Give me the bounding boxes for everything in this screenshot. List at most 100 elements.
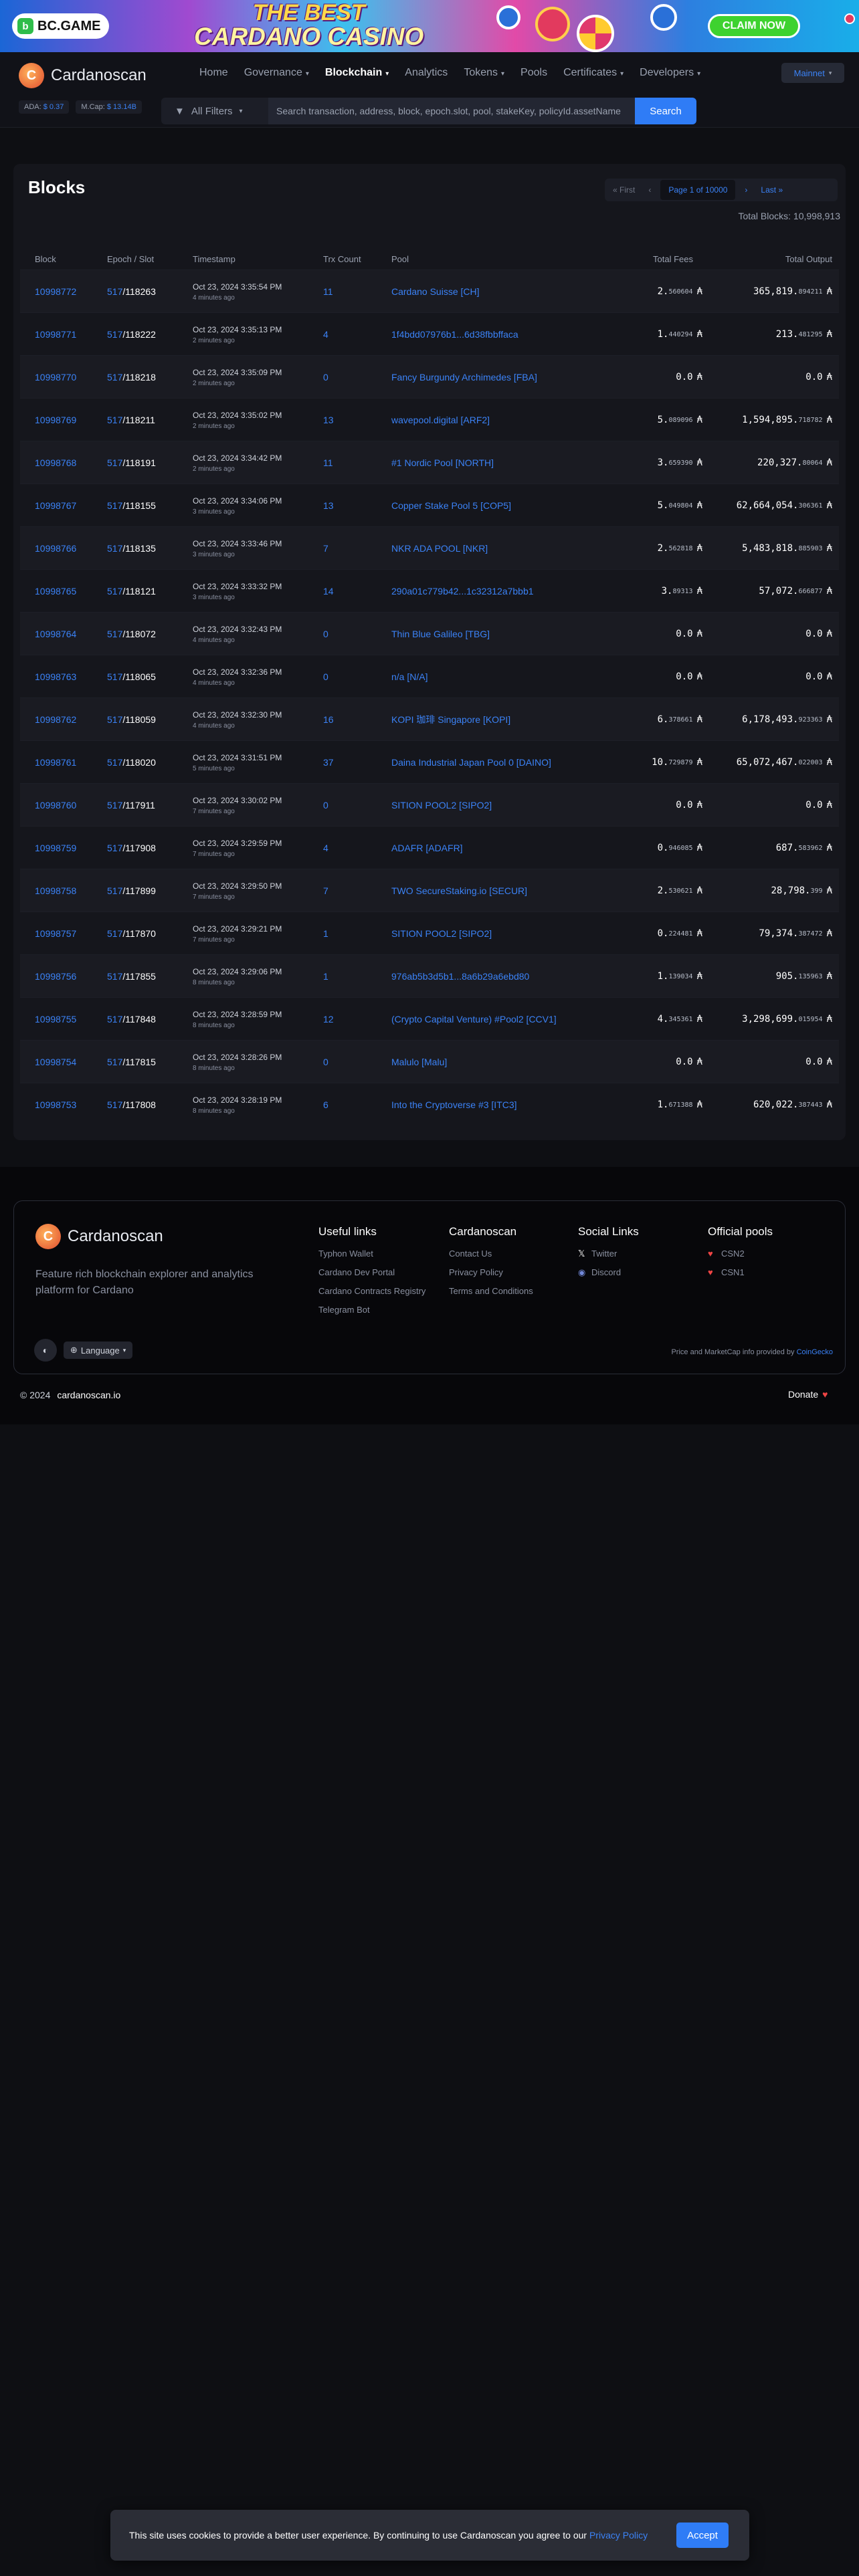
epoch-link[interactable]: 517 xyxy=(107,372,122,383)
trx-count-link[interactable]: 1 xyxy=(323,971,328,982)
discord-link[interactable]: ◉ Discord xyxy=(578,1267,639,1279)
brand-home-link[interactable]: C Cardanoscan xyxy=(19,63,147,88)
epoch-link[interactable]: 517 xyxy=(107,1014,122,1025)
pool-link[interactable]: Cardano Suisse [CH] xyxy=(391,286,480,297)
pool-link[interactable]: 976ab5b3d5b1...8a6b29a6ebd80 xyxy=(391,971,529,982)
trx-count-link[interactable]: 16 xyxy=(323,714,334,725)
block-number-link[interactable]: 10998757 xyxy=(35,928,76,939)
pool-link[interactable]: Malulo [Malu] xyxy=(391,1057,447,1067)
epoch-link[interactable]: 517 xyxy=(107,971,122,982)
trx-count-link[interactable]: 6 xyxy=(323,1099,328,1110)
nav-developers[interactable]: Developers ▾ xyxy=(640,67,700,79)
pool-link-csn1[interactable]: ♥ CSN1 xyxy=(708,1267,773,1279)
block-number-link[interactable]: 10998761 xyxy=(35,757,76,768)
accept-cookies-button[interactable]: Accept xyxy=(676,2523,729,2548)
pool-link[interactable]: KOPI 珈琲 Singapore [KOPI] xyxy=(391,713,510,726)
pool-link[interactable]: Daina Industrial Japan Pool 0 [DAINO] xyxy=(391,757,551,768)
privacy-policy-link[interactable]: Privacy Policy xyxy=(589,2530,648,2541)
block-number-link[interactable]: 10998764 xyxy=(35,629,76,639)
epoch-link[interactable]: 517 xyxy=(107,457,122,468)
pool-link[interactable]: (Crypto Capital Venture) #Pool2 [CCV1] xyxy=(391,1014,557,1025)
pool-link[interactable]: wavepool.digital [ARF2] xyxy=(391,415,490,425)
epoch-link[interactable]: 517 xyxy=(107,586,122,597)
search-filter-dropdown[interactable]: ▼ All Filters ▾ xyxy=(161,98,268,124)
prev-page-button[interactable]: ‹ xyxy=(644,185,655,195)
trx-count-link[interactable]: 14 xyxy=(323,586,334,597)
copyright-domain[interactable]: cardanoscan.io xyxy=(57,1390,120,1400)
pool-link[interactable]: SITION POOL2 [SIPO2] xyxy=(391,800,492,811)
trx-count-link[interactable]: 7 xyxy=(323,885,328,896)
block-number-link[interactable]: 10998762 xyxy=(35,714,76,725)
block-number-link[interactable]: 10998760 xyxy=(35,800,76,811)
trx-count-link[interactable]: 12 xyxy=(323,1014,334,1025)
block-number-link[interactable]: 10998771 xyxy=(35,329,76,340)
pool-link[interactable]: SITION POOL2 [SIPO2] xyxy=(391,928,492,939)
pool-link[interactable]: 290a01c779b42...1c32312a7bbb1 xyxy=(391,586,534,597)
epoch-link[interactable]: 517 xyxy=(107,671,122,682)
pool-link[interactable]: Thin Blue Galileo [TBG] xyxy=(391,629,490,639)
trx-count-link[interactable]: 11 xyxy=(323,286,333,297)
epoch-link[interactable]: 517 xyxy=(107,928,122,939)
trx-count-link[interactable]: 37 xyxy=(323,757,334,768)
footer-link[interactable]: Telegram Bot xyxy=(318,1304,432,1316)
block-number-link[interactable]: 10998768 xyxy=(35,457,76,468)
trx-count-link[interactable]: 0 xyxy=(323,1057,328,1067)
nav-blockchain[interactable]: Blockchain ▾ xyxy=(325,67,389,79)
epoch-link[interactable]: 517 xyxy=(107,286,122,297)
nav-governance[interactable]: Governance ▾ xyxy=(244,67,309,79)
theme-toggle-button[interactable]: ◐ xyxy=(34,1339,57,1362)
twitter-link[interactable]: 𝕏 Twitter xyxy=(578,1248,639,1260)
block-number-link[interactable]: 10998754 xyxy=(35,1057,76,1067)
pool-link[interactable]: 1f4bdd07976b1...6d38fbbffaca xyxy=(391,329,518,340)
nav-analytics[interactable]: Analytics xyxy=(405,67,448,79)
last-page-button[interactable]: Last » xyxy=(757,185,787,195)
search-input[interactable] xyxy=(268,98,635,124)
trx-count-link[interactable]: 1 xyxy=(323,928,328,939)
footer-link[interactable]: Terms and Conditions xyxy=(449,1285,533,1297)
network-selector[interactable]: Mainnet ▾ xyxy=(781,63,844,83)
block-number-link[interactable]: 10998763 xyxy=(35,671,76,682)
block-number-link[interactable]: 10998766 xyxy=(35,543,76,554)
block-number-link[interactable]: 10998755 xyxy=(35,1014,76,1025)
block-number-link[interactable]: 10998756 xyxy=(35,971,76,982)
block-number-link[interactable]: 10998753 xyxy=(35,1099,76,1110)
trx-count-link[interactable]: 13 xyxy=(323,500,334,511)
block-number-link[interactable]: 10998765 xyxy=(35,586,76,597)
epoch-link[interactable]: 517 xyxy=(107,800,122,811)
pool-link[interactable]: #1 Nordic Pool [NORTH] xyxy=(391,457,494,468)
ad-close-icon[interactable] xyxy=(844,13,855,24)
nav-tokens[interactable]: Tokens ▾ xyxy=(464,67,504,79)
footer-link[interactable]: Cardano Dev Portal xyxy=(318,1267,432,1279)
ad-banner[interactable]: b BC.GAME THE BEST CARDANO CASINO CLAIM … xyxy=(0,0,859,52)
claim-now-button[interactable]: CLAIM NOW xyxy=(708,14,800,38)
trx-count-link[interactable]: 0 xyxy=(323,671,328,682)
epoch-link[interactable]: 517 xyxy=(107,1099,122,1110)
footer-link[interactable]: Typhon Wallet xyxy=(318,1248,432,1260)
donate-link[interactable]: Donate ♥ xyxy=(788,1389,828,1400)
trx-count-link[interactable]: 0 xyxy=(323,372,328,383)
epoch-link[interactable]: 517 xyxy=(107,885,122,896)
footer-link[interactable]: Contact Us xyxy=(449,1248,533,1260)
trx-count-link[interactable]: 13 xyxy=(323,415,334,425)
nav-home[interactable]: Home xyxy=(199,67,228,79)
trx-count-link[interactable]: 0 xyxy=(323,800,328,811)
footer-link[interactable]: Cardano Contracts Registry xyxy=(318,1285,432,1297)
search-button[interactable]: Search xyxy=(635,98,696,124)
epoch-link[interactable]: 517 xyxy=(107,843,122,853)
block-number-link[interactable]: 10998772 xyxy=(35,286,76,297)
nav-certificates[interactable]: Certificates ▾ xyxy=(563,67,624,79)
pool-link[interactable]: n/a [N/A] xyxy=(391,671,427,682)
epoch-link[interactable]: 517 xyxy=(107,415,122,425)
pool-link[interactable]: Into the Cryptoverse #3 [ITC3] xyxy=(391,1099,517,1110)
block-number-link[interactable]: 10998769 xyxy=(35,415,76,425)
block-number-link[interactable]: 10998758 xyxy=(35,885,76,896)
coingecko-link[interactable]: CoinGecko xyxy=(797,1348,833,1356)
epoch-link[interactable]: 517 xyxy=(107,1057,122,1067)
epoch-link[interactable]: 517 xyxy=(107,500,122,511)
nav-pools[interactable]: Pools xyxy=(520,67,547,79)
pool-link-csn2[interactable]: ♥ CSN2 xyxy=(708,1248,773,1260)
epoch-link[interactable]: 517 xyxy=(107,714,122,725)
language-selector[interactable]: ⊕ Language ▾ xyxy=(64,1341,133,1359)
pool-link[interactable]: Copper Stake Pool 5 [COP5] xyxy=(391,500,511,511)
pool-link[interactable]: TWO SecureStaking.io [SECUR] xyxy=(391,885,527,896)
